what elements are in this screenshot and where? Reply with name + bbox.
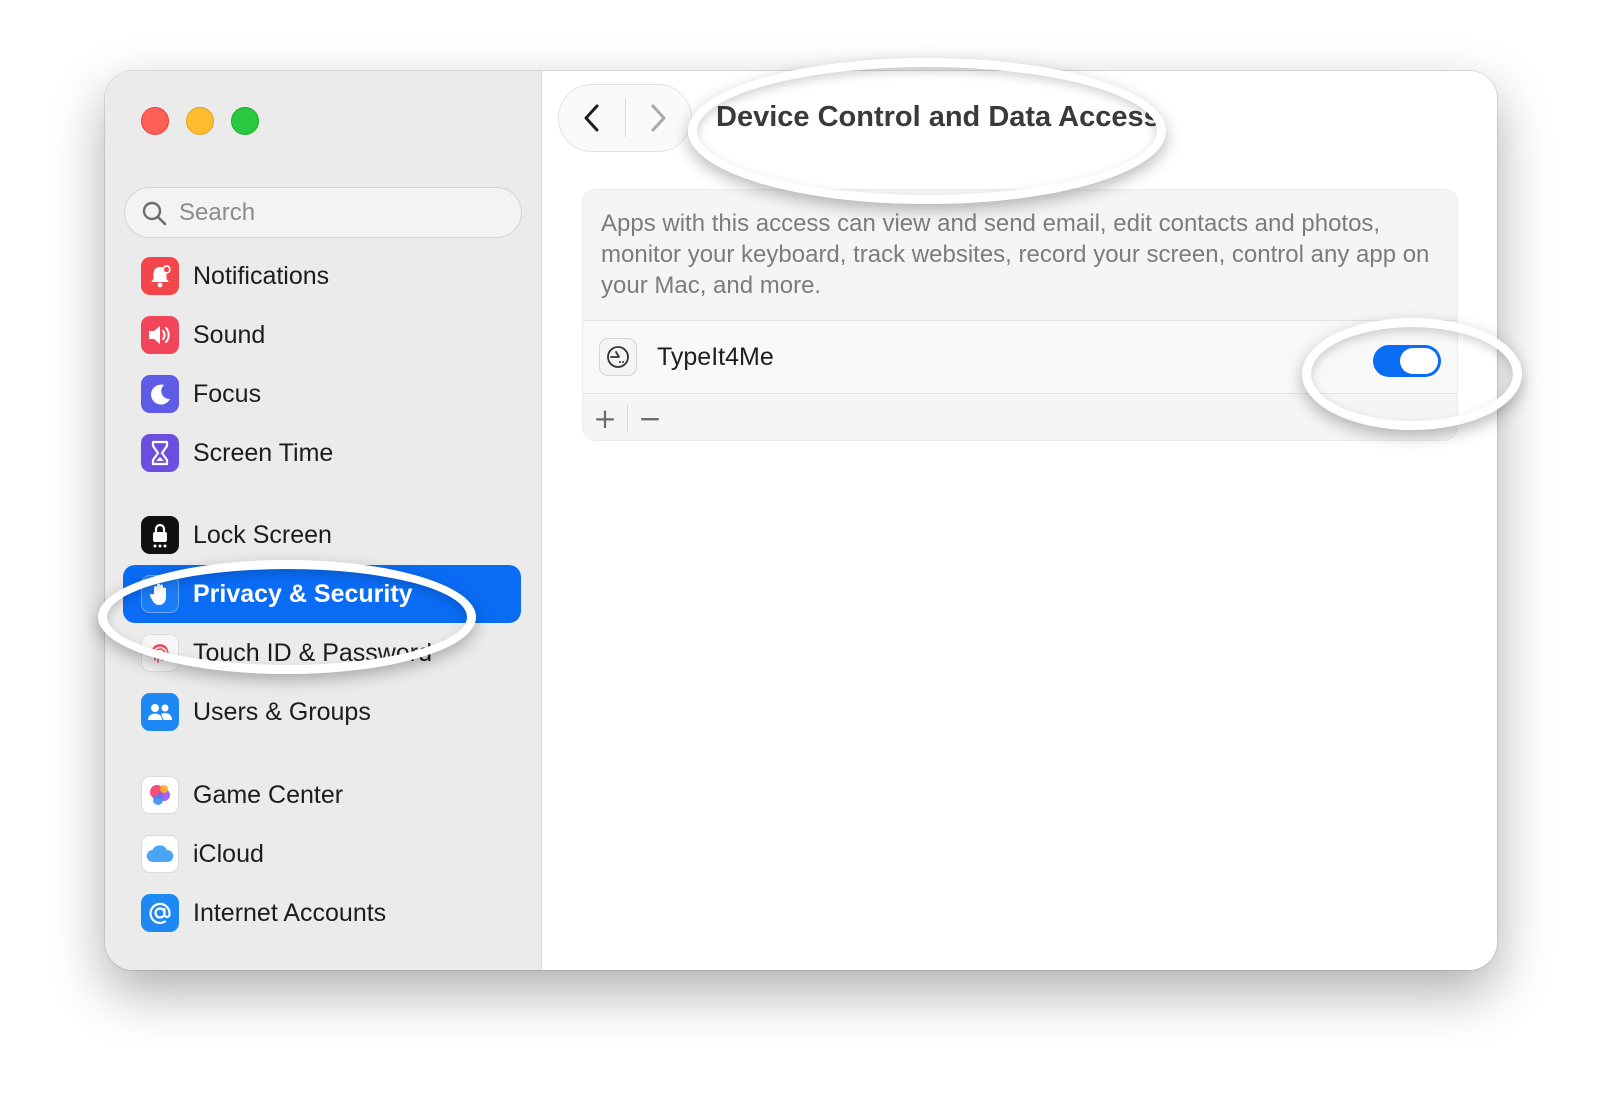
- chevron-left-icon: [584, 104, 599, 132]
- sidebar-item-sound[interactable]: Sound: [123, 306, 521, 364]
- hand-icon: [141, 575, 179, 613]
- chevron-right-icon: [651, 104, 666, 132]
- remove-app-button[interactable]: −: [628, 395, 672, 441]
- access-description: Apps with this access can view and send …: [601, 210, 1430, 299]
- game-center-icon: [141, 776, 179, 814]
- sidebar-item-label: Focus: [193, 379, 262, 408]
- settings-window: Notifications Sound Focus: [105, 71, 1497, 970]
- sidebar-item-label: Notifications: [193, 261, 330, 290]
- sidebar-item-label: Screen Time: [193, 438, 334, 467]
- plus-icon: +: [593, 401, 617, 435]
- add-remove-bar: + −: [583, 395, 672, 441]
- sidebar-item-game-center[interactable]: Game Center: [123, 766, 521, 824]
- sidebar-item-icloud[interactable]: iCloud: [123, 825, 521, 883]
- sidebar-item-notifications[interactable]: Notifications: [123, 247, 521, 305]
- history-navigation: [558, 84, 692, 152]
- typeit4me-access-toggle[interactable]: [1373, 345, 1441, 377]
- sidebar-item-label: Game Center: [193, 780, 344, 809]
- search-icon: [142, 201, 167, 225]
- sidebar-item-label: Sound: [193, 320, 266, 349]
- search-input[interactable]: [177, 197, 501, 228]
- fingerprint-icon: [141, 634, 179, 672]
- page-title: Device Control and Data Access: [716, 101, 1160, 133]
- app-name: TypeIt4Me: [657, 342, 774, 371]
- content-pane: Device Control and Data Access Apps with…: [542, 71, 1497, 970]
- add-app-button[interactable]: +: [583, 395, 627, 441]
- back-button[interactable]: [559, 85, 625, 151]
- lock-icon: [141, 516, 179, 554]
- sidebar-item-label: Internet Accounts: [193, 898, 387, 927]
- sidebar-item-touch-id[interactable]: Touch ID & Password: [123, 624, 521, 682]
- at-icon: [141, 894, 179, 932]
- sidebar-item-label: Touch ID & Password: [193, 638, 432, 667]
- forward-button[interactable]: [626, 85, 692, 151]
- zoom-window-button[interactable]: [231, 107, 259, 135]
- sidebar-item-privacy-security[interactable]: Privacy & Security: [123, 565, 521, 623]
- sidebar: Notifications Sound Focus: [105, 71, 542, 970]
- sidebar-item-label: Lock Screen: [193, 520, 332, 549]
- minus-icon: −: [638, 401, 662, 435]
- users-icon: [141, 693, 179, 731]
- moon-icon: [141, 375, 179, 413]
- list-item: TypeIt4Me: [583, 320, 1457, 394]
- cloud-icon: [141, 835, 179, 873]
- window-controls: [141, 107, 259, 135]
- access-panel: Apps with this access can view and send …: [582, 189, 1458, 441]
- bell-icon: [141, 257, 179, 295]
- typeit4me-icon: [599, 338, 637, 376]
- sidebar-item-internet-accounts[interactable]: Internet Accounts: [123, 884, 521, 942]
- close-window-button[interactable]: [141, 107, 169, 135]
- sidebar-item-label: Privacy & Security: [193, 579, 413, 608]
- sidebar-item-label: iCloud: [193, 839, 264, 868]
- hourglass-icon: [141, 434, 179, 472]
- sidebar-item-users-groups[interactable]: Users & Groups: [123, 683, 521, 741]
- sidebar-item-label: Users & Groups: [193, 697, 371, 726]
- minimize-window-button[interactable]: [186, 107, 214, 135]
- sidebar-item-lock-screen[interactable]: Lock Screen: [123, 506, 521, 564]
- toggle-knob: [1400, 348, 1438, 374]
- speaker-icon: [141, 316, 179, 354]
- search-field[interactable]: [124, 187, 522, 238]
- sidebar-item-focus[interactable]: Focus: [123, 365, 521, 423]
- sidebar-item-screen-time[interactable]: Screen Time: [123, 424, 521, 482]
